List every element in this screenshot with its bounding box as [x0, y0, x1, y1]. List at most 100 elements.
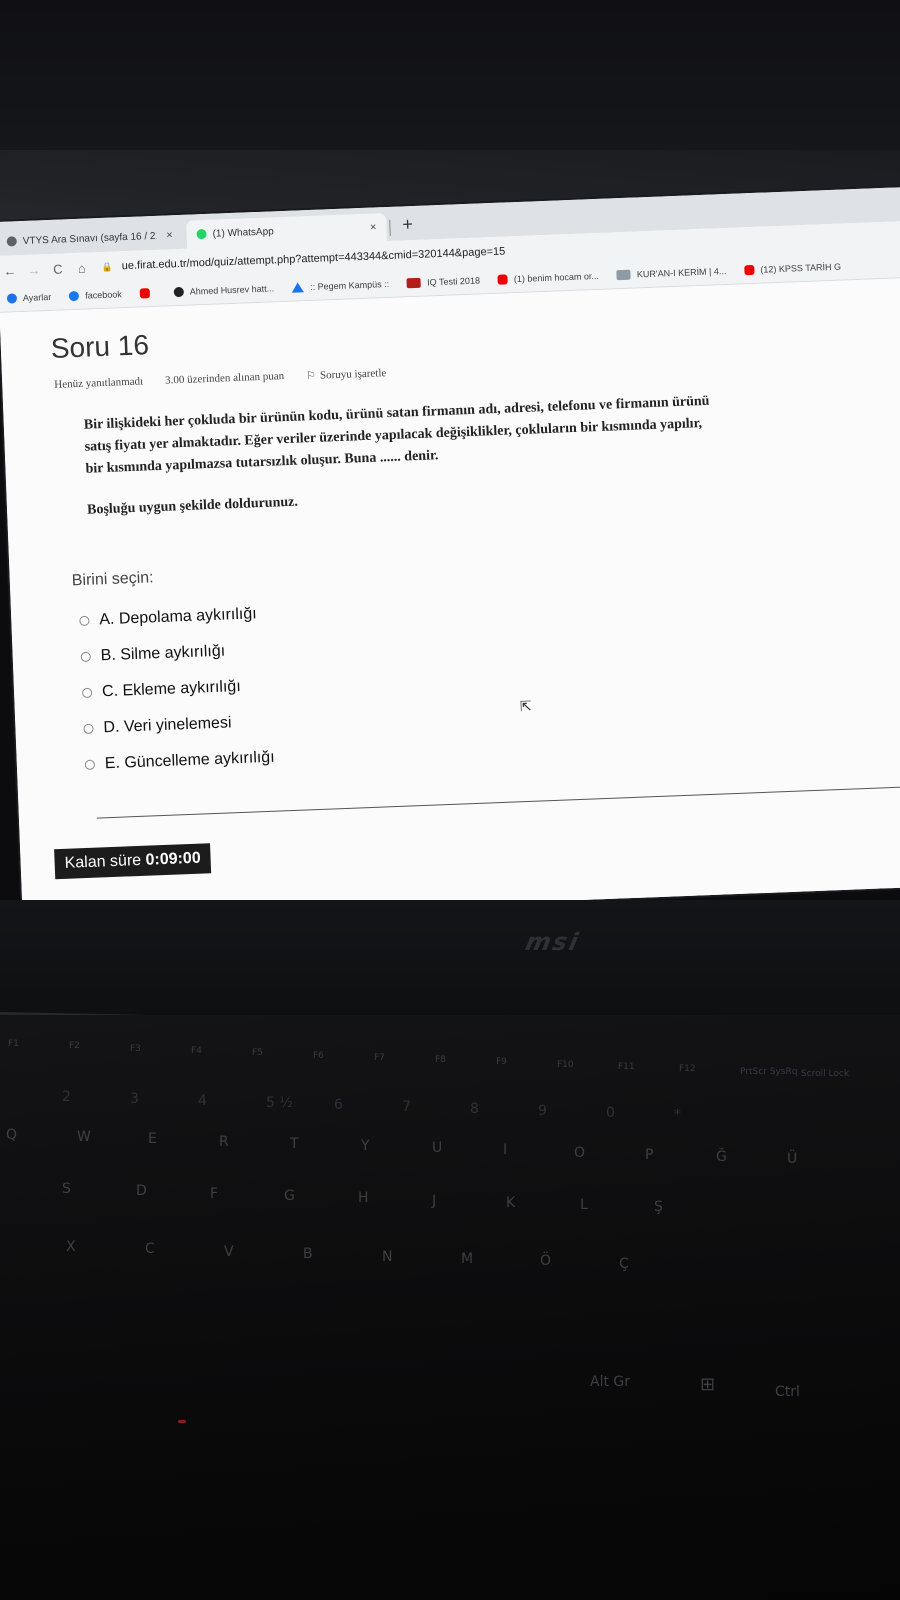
key-legend: G — [284, 1187, 295, 1204]
question-points: 3.00 üzerinden alınan puan — [164, 370, 285, 387]
indicator-light — [178, 1420, 186, 1423]
bookmark-label: (1) benim hocam or... — [513, 270, 600, 285]
monitor-bezel-bottom — [0, 900, 900, 1020]
quran-icon — [616, 269, 632, 281]
option-label: C. Ekleme aykırılığı — [101, 677, 242, 701]
option-label: B. Silme aykırılığı — [100, 642, 226, 665]
bookmark-benim-hocam[interactable]: (1) benim hocam or... — [497, 270, 600, 285]
key-legend: E — [148, 1131, 157, 1148]
tab-quiz-label: VTYS Ara Sınavı (sayfa 16 / 21) — [22, 230, 157, 247]
question-text: Bir ilişkideki her çokluda bir ürünün ko… — [83, 387, 805, 481]
key-legend: Ö — [540, 1253, 552, 1270]
key-legend: L — [580, 1197, 588, 1214]
key-legend: O — [574, 1144, 586, 1161]
key-legend: 7 — [402, 1099, 411, 1115]
key-legend: Ş — [654, 1199, 663, 1216]
key-legend: F5 — [252, 1048, 263, 1059]
youtube-icon — [744, 264, 755, 276]
key-legend: 9 — [538, 1103, 547, 1119]
key-legend: J — [432, 1192, 437, 1209]
moodle-favicon-icon — [6, 236, 17, 247]
flag-question-link[interactable]: ⚐ Soruyu işaretle — [306, 366, 387, 382]
flag-icon: ⚐ — [305, 369, 317, 383]
tab-close-icon[interactable]: × — [166, 229, 173, 241]
home-icon[interactable]: ⌂ — [70, 260, 95, 276]
tab-close-icon[interactable]: × — [370, 221, 377, 233]
key-legend: C — [145, 1241, 155, 1258]
radio-button[interactable] — [80, 651, 91, 663]
bookmark-label: (12) KPSS TARİH G — [760, 261, 842, 275]
flag-question-label: Soruyu işaretle — [319, 367, 387, 382]
whatsapp-favicon-icon — [196, 228, 207, 240]
mouse-cursor-icon: ⇱ — [519, 697, 533, 715]
key-legend: V — [224, 1243, 234, 1260]
key-legend: F3 — [130, 1043, 141, 1054]
bookmark-iq-test[interactable]: IQ Testi 2018 — [406, 275, 481, 289]
key-legend: 8 — [470, 1101, 479, 1117]
key-legend: S — [62, 1181, 71, 1197]
key-legend: 6 — [334, 1097, 343, 1113]
radio-button[interactable] — [84, 759, 96, 770]
key-legend: R — [219, 1133, 229, 1150]
option-label: D. Veri yinelemesi — [103, 714, 232, 737]
key-legend: F2 — [69, 1041, 80, 1052]
answer-options: A. Depolama aykırılığı B. Silme aykırılı… — [79, 596, 276, 783]
key-legend: * — [674, 1107, 681, 1123]
key-legend: I — [503, 1142, 508, 1159]
tab-whatsapp-label: (1) WhatsApp — [212, 225, 274, 240]
key-legend: T — [290, 1135, 299, 1152]
question-instruction: Boşluğu uygun şekilde doldurunuz. — [86, 494, 299, 518]
key-legend: F8 — [435, 1055, 446, 1066]
bookmark-pegem[interactable]: :: Pegem Kampüs :: — [291, 278, 390, 293]
key-legend-alt-gr: Alt Gr — [590, 1374, 631, 1390]
bookmark-ahmed-husrev[interactable]: Ahmed Husrev hatt... — [173, 283, 275, 298]
bookmark-label: Ahmed Husrev hatt... — [189, 283, 275, 297]
key-legend: F — [210, 1185, 219, 1202]
pegem-icon — [291, 282, 305, 293]
reload-icon[interactable]: C — [46, 261, 71, 277]
key-legend: Y — [361, 1138, 370, 1154]
key-legend: F10 — [557, 1059, 574, 1070]
radio-button[interactable] — [79, 615, 90, 627]
bookmark-label: IQ Testi 2018 — [426, 275, 481, 288]
bookmark-label: facebook — [85, 289, 122, 301]
key-legend: 4 — [198, 1093, 207, 1109]
key-legend: N — [382, 1248, 393, 1265]
remaining-time-badge: Kalan süre 0:09:00 — [54, 843, 212, 880]
key-legend: F9 — [496, 1057, 507, 1068]
timer-label: Kalan süre — [64, 851, 142, 872]
laptop-screen: VTYS Ara Sınavı (sayfa 16 / 21) × (1) Wh… — [0, 187, 900, 922]
key-legend: F4 — [191, 1045, 202, 1056]
key-legend: P — [645, 1146, 654, 1163]
radio-button[interactable] — [81, 687, 93, 699]
option-label: E. Güncelleme aykırılığı — [104, 748, 275, 773]
facebook-icon — [69, 290, 80, 302]
key-legend: Scroll Lock — [801, 1068, 850, 1079]
key-legend: M — [461, 1251, 474, 1267]
answer-prompt: Birini seçin: — [71, 569, 154, 590]
new-tab-button[interactable]: + — [402, 214, 413, 235]
key-legend: X — [66, 1239, 76, 1255]
bookmark-facebook[interactable]: facebook — [69, 289, 122, 302]
question-status: Henüz yanıtlanmadı — [54, 375, 144, 391]
option-label: A. Depolama aykırılığı — [99, 605, 257, 629]
option-e[interactable]: E. Güncelleme aykırılığı — [84, 740, 275, 783]
forward-arrow-icon[interactable]: → — [22, 262, 47, 278]
key-legend: Ç — [619, 1255, 629, 1272]
bookmark-label: :: Pegem Kampüs :: — [309, 278, 390, 292]
question-info: Henüz yanıtlanmadı 3.00 üzerinden alınan… — [54, 366, 386, 392]
key-legend: 3 — [130, 1091, 139, 1107]
radio-button[interactable] — [83, 723, 94, 735]
bookmark-settings[interactable]: Ayarlar — [6, 292, 51, 304]
tab-separator — [389, 219, 391, 236]
key-legend: K — [506, 1194, 516, 1211]
timer-value: 0:09:00 — [145, 849, 202, 869]
key-legend: U — [432, 1140, 443, 1157]
key-legend: PrtScr SysRq — [740, 1066, 798, 1077]
key-legend: F12 — [679, 1064, 696, 1075]
bookmark-kuran[interactable]: KUR'AN-I KERİM | 4... — [616, 266, 727, 281]
back-arrow-icon[interactable]: ← — [0, 263, 22, 279]
bookmark-kpss-tarih[interactable]: (12) KPSS TARİH G — [744, 262, 841, 276]
key-legend: Ğ — [716, 1149, 727, 1165]
bookmark-youtube[interactable] — [139, 288, 156, 299]
